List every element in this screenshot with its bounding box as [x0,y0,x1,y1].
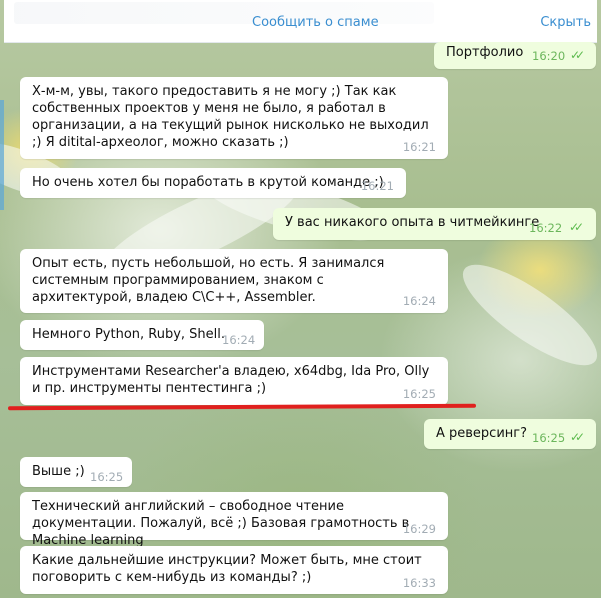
outgoing-message[interactable]: А реверсинг? 16:25 ✓✓ [424,419,596,449]
report-spam-link[interactable]: Сообщить о спаме [252,15,379,30]
incoming-message[interactable]: Но очень хотел бы поработать в крутой ко… [20,168,406,198]
message-time: 16:29 [402,522,436,536]
hide-bar-link[interactable]: Скрыть [540,15,591,30]
window-edge-accent [0,100,4,210]
message-text: Инструментами Researcher'а владею, x64db… [32,364,430,396]
message-time: 16:21 [360,179,394,193]
double-check-icon: ✓✓ [570,48,585,62]
incoming-message[interactable]: Технический английский – свободное чтени… [20,492,448,548]
message-text: У вас никакого опыта в читмейкинге [285,215,540,230]
incoming-message[interactable]: Х-м-м, увы, такого предоставить я не мог… [20,77,448,159]
incoming-message[interactable]: Немного Python, Ruby, Shell. 16:24 [20,320,264,350]
message-time: 16:21 [402,140,436,154]
message-time: 16:20 [532,49,566,63]
double-check-icon: ✓✓ [569,220,584,234]
message-text: Выше ;) [32,464,85,479]
message-text: А реверсинг? [436,426,528,441]
message-time: 16:24 [222,333,256,347]
message-text: Какие дальнейшие инструкции? Может быть,… [32,553,422,585]
spam-report-bar: Сообщить о спаме Скрыть [4,0,597,43]
message-text: Немного Python, Ruby, Shell. [32,327,226,342]
message-text: Но очень хотел бы поработать в крутой ко… [32,175,384,190]
double-check-icon: ✓✓ [570,430,585,444]
outgoing-message[interactable]: У вас никакого опыта в читмейкинге 16:22… [273,208,596,240]
message-time: 16:25 [532,431,566,445]
message-time: 16:22 [529,221,563,235]
message-time: 16:25 [402,387,436,401]
message-time: 16:24 [402,294,436,308]
incoming-message[interactable]: Инструментами Researcher'а владею, x64db… [20,357,448,405]
message-text: Х-м-м, увы, такого предоставить я не мог… [32,84,429,150]
incoming-message[interactable]: Опыт есть, пусть небольшой, но есть. Я з… [20,249,448,313]
message-time: 16:25 [90,470,124,484]
message-time: 16:33 [402,576,436,590]
message-text: Опыт есть, пусть небольшой, но есть. Я з… [32,256,385,305]
outgoing-message[interactable]: Портфолио 16:20 ✓✓ [434,42,596,69]
incoming-message[interactable]: Выше ;) 16:25 [20,457,132,487]
message-text: Портфолио [446,45,524,60]
message-text: Технический английский – свободное чтени… [32,499,410,548]
incoming-message[interactable]: Какие дальнейшие инструкции? Может быть,… [20,546,448,594]
